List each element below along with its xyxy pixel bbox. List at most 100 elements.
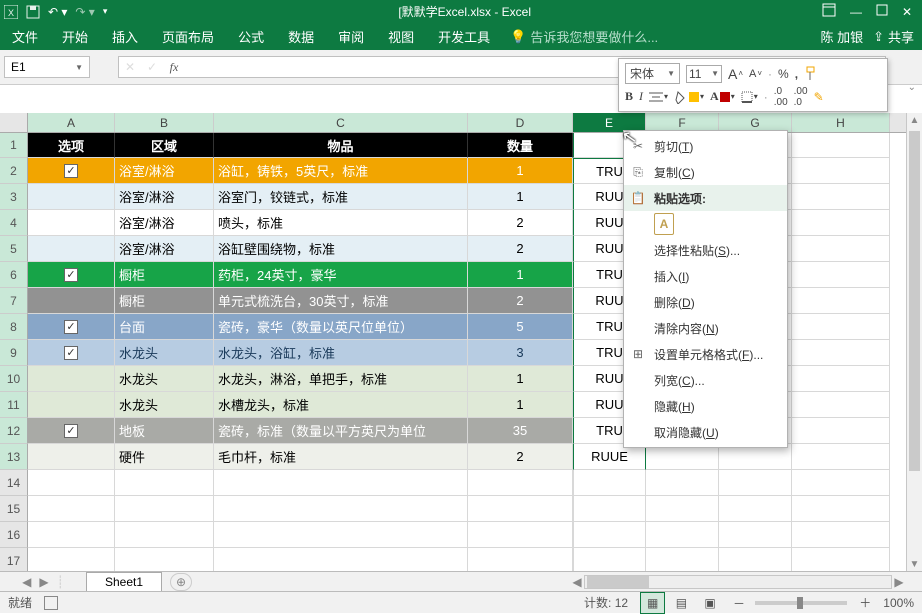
fx-icon[interactable]: fx: [163, 60, 185, 75]
checkbox-icon[interactable]: ✓: [64, 268, 78, 282]
row-num[interactable]: 1: [0, 133, 28, 158]
ctx-copy[interactable]: ⎘复制(C): [624, 159, 787, 185]
row-num[interactable]: 9: [0, 340, 28, 366]
cell[interactable]: [792, 392, 890, 418]
checkbox-icon[interactable]: ✓: [64, 320, 78, 334]
cell[interactable]: 硬件: [115, 444, 214, 470]
cell[interactable]: 1: [468, 158, 573, 184]
cell[interactable]: ✓: [28, 314, 115, 340]
cell[interactable]: [573, 522, 646, 548]
cell[interactable]: [792, 548, 890, 573]
row-num[interactable]: 5: [0, 236, 28, 262]
cell[interactable]: [646, 548, 719, 573]
cell[interactable]: [28, 236, 115, 262]
cell[interactable]: [719, 548, 792, 573]
increase-decimal-icon[interactable]: .0.00: [774, 86, 788, 108]
tab-nav[interactable]: ◀▶┊: [0, 575, 86, 589]
name-box[interactable]: E1 ▼: [4, 56, 90, 78]
cell[interactable]: [214, 496, 468, 522]
row-num[interactable]: 2: [0, 158, 28, 184]
cell[interactable]: 水龙头: [115, 366, 214, 392]
ribbon-min-icon[interactable]: [822, 3, 836, 20]
close-icon[interactable]: ✕: [902, 5, 912, 19]
cell[interactable]: 2: [468, 236, 573, 262]
bold-button[interactable]: B: [625, 89, 633, 104]
scroll-thumb[interactable]: [909, 131, 920, 471]
row-num[interactable]: 14: [0, 470, 28, 496]
redo-icon[interactable]: ↷ ▾: [75, 5, 94, 19]
cell[interactable]: [792, 133, 890, 158]
cell[interactable]: 3: [468, 340, 573, 366]
row-num[interactable]: 8: [0, 314, 28, 340]
col-H[interactable]: H: [792, 113, 890, 132]
checkbox-icon[interactable]: ✓: [64, 164, 78, 178]
cell[interactable]: 1: [468, 366, 573, 392]
zoom-in-icon[interactable]: ＋: [859, 594, 871, 611]
cell[interactable]: 35: [468, 418, 573, 444]
decrease-font-icon[interactable]: A˅: [749, 68, 762, 80]
cell[interactable]: ✓: [28, 340, 115, 366]
cell[interactable]: 浴室/淋浴: [115, 236, 214, 262]
cell[interactable]: 数量: [468, 133, 573, 158]
cell[interactable]: ✓: [28, 262, 115, 288]
accept-formula-icon[interactable]: ✓: [141, 60, 163, 74]
cell[interactable]: [28, 392, 115, 418]
row-num[interactable]: 4: [0, 210, 28, 236]
row-num[interactable]: 7: [0, 288, 28, 314]
col-B[interactable]: B: [115, 113, 214, 132]
cell[interactable]: 橱柜: [115, 288, 214, 314]
cell[interactable]: 瓷砖，豪华（数量以英尺位单位）: [214, 314, 468, 340]
cell[interactable]: 区域: [115, 133, 214, 158]
cell[interactable]: [646, 470, 719, 496]
cell[interactable]: [792, 470, 890, 496]
ctx-col-width[interactable]: 列宽(C)...: [624, 367, 787, 393]
border-icon[interactable]: ▾: [741, 91, 758, 103]
cell[interactable]: [792, 496, 890, 522]
cell[interactable]: 水槽龙头，标准: [214, 392, 468, 418]
cell[interactable]: [792, 366, 890, 392]
decrease-decimal-icon[interactable]: .00.0: [794, 86, 808, 108]
row-num[interactable]: 11: [0, 392, 28, 418]
cell[interactable]: [573, 548, 646, 573]
zoom-slider[interactable]: [755, 601, 847, 605]
cell[interactable]: 1: [468, 184, 573, 210]
cell[interactable]: [468, 496, 573, 522]
row-num[interactable]: 3: [0, 184, 28, 210]
share-button[interactable]: ⇪ 共享: [873, 27, 914, 46]
ctx-paste-value[interactable]: A: [624, 211, 787, 237]
normal-view-icon[interactable]: ▦: [640, 592, 665, 614]
cell[interactable]: 水龙头: [115, 340, 214, 366]
cell[interactable]: 药柜，24英寸，豪华: [214, 262, 468, 288]
cell[interactable]: [573, 496, 646, 522]
checkbox-icon[interactable]: ✓: [64, 424, 78, 438]
cell[interactable]: [792, 262, 890, 288]
cell[interactable]: [792, 158, 890, 184]
cell[interactable]: 浴缸壁围绕物，标准: [214, 236, 468, 262]
menu-formula[interactable]: 公式: [226, 27, 276, 46]
cell[interactable]: [214, 522, 468, 548]
row-num[interactable]: 17: [0, 548, 28, 573]
row-num[interactable]: 15: [0, 496, 28, 522]
comma-icon[interactable]: ,: [795, 67, 798, 81]
cell[interactable]: 1: [468, 262, 573, 288]
hscroll-right-icon[interactable]: ▶: [892, 575, 906, 589]
ctx-paste-special[interactable]: 选择性粘贴(S)...: [624, 237, 787, 263]
fill-color-icon[interactable]: ▾: [674, 90, 704, 104]
page-break-view-icon[interactable]: ▣: [697, 592, 722, 614]
hscroll-left-icon[interactable]: ◀: [570, 575, 584, 589]
cell[interactable]: [115, 522, 214, 548]
col-C[interactable]: C: [214, 113, 468, 132]
vertical-scrollbar[interactable]: ▲ ▼: [906, 113, 922, 573]
cell[interactable]: [214, 548, 468, 573]
cell[interactable]: 喷头，标准: [214, 210, 468, 236]
menu-home[interactable]: 开始: [50, 27, 100, 46]
ctx-hide[interactable]: 隐藏(H): [624, 393, 787, 419]
cell[interactable]: 橱柜: [115, 262, 214, 288]
cell[interactable]: 水龙头，淋浴，单把手，标准: [214, 366, 468, 392]
cell[interactable]: 5: [468, 314, 573, 340]
cell[interactable]: [115, 470, 214, 496]
cell[interactable]: 2: [468, 288, 573, 314]
row-num[interactable]: 10: [0, 366, 28, 392]
cell[interactable]: [792, 314, 890, 340]
format-paint-icon[interactable]: ✎: [814, 90, 824, 104]
